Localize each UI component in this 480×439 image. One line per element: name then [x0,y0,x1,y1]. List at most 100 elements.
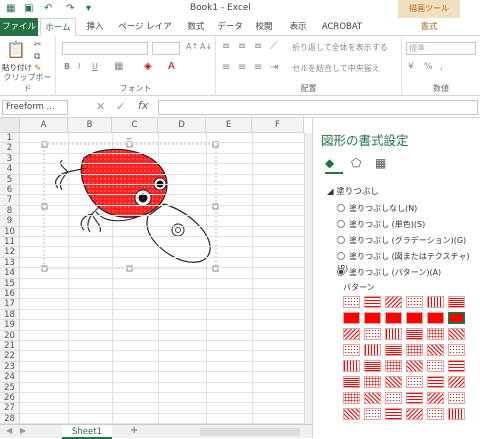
tab-file[interactable]: ファイル [0,18,38,36]
row-header[interactable]: 13 [0,257,20,269]
row-header[interactable]: 28 [0,413,20,424]
row-header[interactable]: 24 [0,372,20,383]
insert-function-icon[interactable]: fx [138,99,148,112]
cut-icon[interactable]: ✂ [34,40,42,50]
pattern-swatch[interactable] [448,360,465,372]
fill-line-icon[interactable]: ◆ [325,156,334,170]
pattern-swatch[interactable] [427,328,444,340]
pattern-swatch[interactable] [406,312,423,324]
percent-icon[interactable]: % [424,62,433,72]
pattern-swatch[interactable] [427,296,444,308]
pattern-swatch[interactable] [385,312,402,324]
column-header[interactable]: D [158,118,206,133]
new-sheet-button[interactable]: + [130,425,138,436]
row-header[interactable]: 2 [0,143,20,154]
row-header[interactable]: 9 [0,216,20,227]
fill-color-icon[interactable]: ◈ [144,61,152,72]
pattern-swatch[interactable] [385,360,402,372]
pattern-swatch[interactable] [448,296,465,308]
pattern-swatch[interactable] [385,344,402,356]
row-header[interactable]: 6 [0,185,20,196]
pattern-swatch[interactable] [448,344,465,356]
row-header[interactable]: 4 [0,164,20,175]
pattern-swatch[interactable] [406,328,423,340]
pattern-swatch[interactable] [385,408,402,420]
copy-icon[interactable]: ⧉ [34,52,40,62]
pattern-swatch[interactable] [364,312,381,324]
column-header[interactable]: F [252,118,304,133]
pattern-swatch[interactable] [427,344,444,356]
pattern-swatch[interactable] [427,408,444,420]
effects-icon[interactable]: ⬠ [351,156,361,170]
tab-view[interactable]: 表示 [284,18,312,36]
align-left-icon[interactable]: ≡ [222,62,230,73]
column-header[interactable]: C [112,118,158,133]
paste-icon[interactable]: 📋 [6,40,26,59]
redo-icon[interactable]: ↷ [66,3,74,14]
row-header[interactable]: 21 [0,341,20,352]
row-header[interactable]: 7 [0,195,20,206]
pattern-swatch[interactable] [385,392,402,404]
pattern-swatch[interactable] [448,376,465,388]
row-header[interactable]: 26 [0,393,20,404]
row-header[interactable]: 15 [0,278,20,289]
italic-button[interactable]: I [78,62,80,71]
fill-section-header[interactable]: ◢ 塗りつぶし [327,185,379,197]
sheet-tab-sheet1[interactable]: Sheet1 [62,425,112,439]
column-header[interactable]: E [206,118,252,133]
save-icon[interactable]: ▣ [24,3,33,14]
pattern-swatch[interactable] [343,360,360,372]
underline-button[interactable]: U [92,62,98,71]
row-header[interactable]: 27 [0,403,20,414]
row-header[interactable]: 14 [0,268,20,279]
pattern-swatch[interactable] [427,312,444,324]
pattern-swatch[interactable] [364,328,381,340]
pattern-swatch[interactable] [343,328,360,340]
font-color-icon[interactable]: A [168,61,175,72]
pattern-swatch[interactable] [427,376,444,388]
tab-data[interactable]: データ [214,18,246,36]
horizontal-scrollbar[interactable] [200,428,300,436]
pattern-swatch[interactable] [448,392,465,404]
orientation-icon[interactable]: ⟋ [270,41,277,52]
pattern-swatch[interactable] [406,344,423,356]
pattern-swatch[interactable] [364,344,381,356]
tab-review[interactable]: 校閲 [250,18,278,36]
number-format-combo[interactable]: 標準 [406,42,476,55]
pattern-swatch[interactable] [406,392,423,404]
tab-insert[interactable]: 挿入 [80,18,110,36]
wrap-text-button[interactable]: 折り返して全体を表示する [292,42,388,53]
tab-format[interactable]: 書式 [398,18,460,36]
pattern-swatch[interactable] [385,376,402,388]
size-properties-icon[interactable]: ▦ [375,156,386,170]
tab-page-layout[interactable]: ページ レイアウト [114,18,176,50]
comma-icon[interactable]: , [440,62,443,72]
pattern-swatch[interactable] [448,328,465,340]
row-header[interactable]: 3 [0,153,20,165]
pattern-swatch[interactable] [448,408,465,420]
pattern-swatch[interactable] [364,360,381,372]
pattern-swatch[interactable] [343,408,360,420]
customize-qat-icon[interactable]: ▾ [86,3,91,14]
font-name-combo[interactable] [62,42,148,55]
pattern-swatch[interactable] [385,296,402,308]
row-header[interactable]: 20 [0,330,20,341]
gradient-fill-option[interactable]: 塗りつぶし (グラデーション)(G) [337,235,466,247]
pattern-swatch[interactable] [406,408,423,420]
vertical-scrollbar[interactable] [304,133,312,424]
row-header[interactable]: 19 [0,320,20,331]
row-header[interactable]: 5 [0,174,20,185]
pattern-fill-option[interactable]: 塗りつぶし (パターン)(A) [337,267,441,279]
row-header[interactable]: 8 [0,205,20,217]
prev-sheet-icon[interactable]: ◀ [6,426,12,435]
pattern-swatch[interactable] [364,296,381,308]
worksheet-grid[interactable]: A B C D E F 1 2 3 4 5 6 7 8 9 10 11 12 1… [0,118,312,424]
pattern-swatch[interactable] [427,360,444,372]
pattern-swatch[interactable] [427,392,444,404]
formula-input[interactable] [158,100,478,115]
pattern-swatch[interactable] [406,360,423,372]
row-header[interactable]: 12 [0,247,20,258]
pattern-swatch[interactable] [364,392,381,404]
tab-acrobat[interactable]: ACROBAT [316,18,368,36]
pattern-swatch[interactable] [406,296,423,308]
